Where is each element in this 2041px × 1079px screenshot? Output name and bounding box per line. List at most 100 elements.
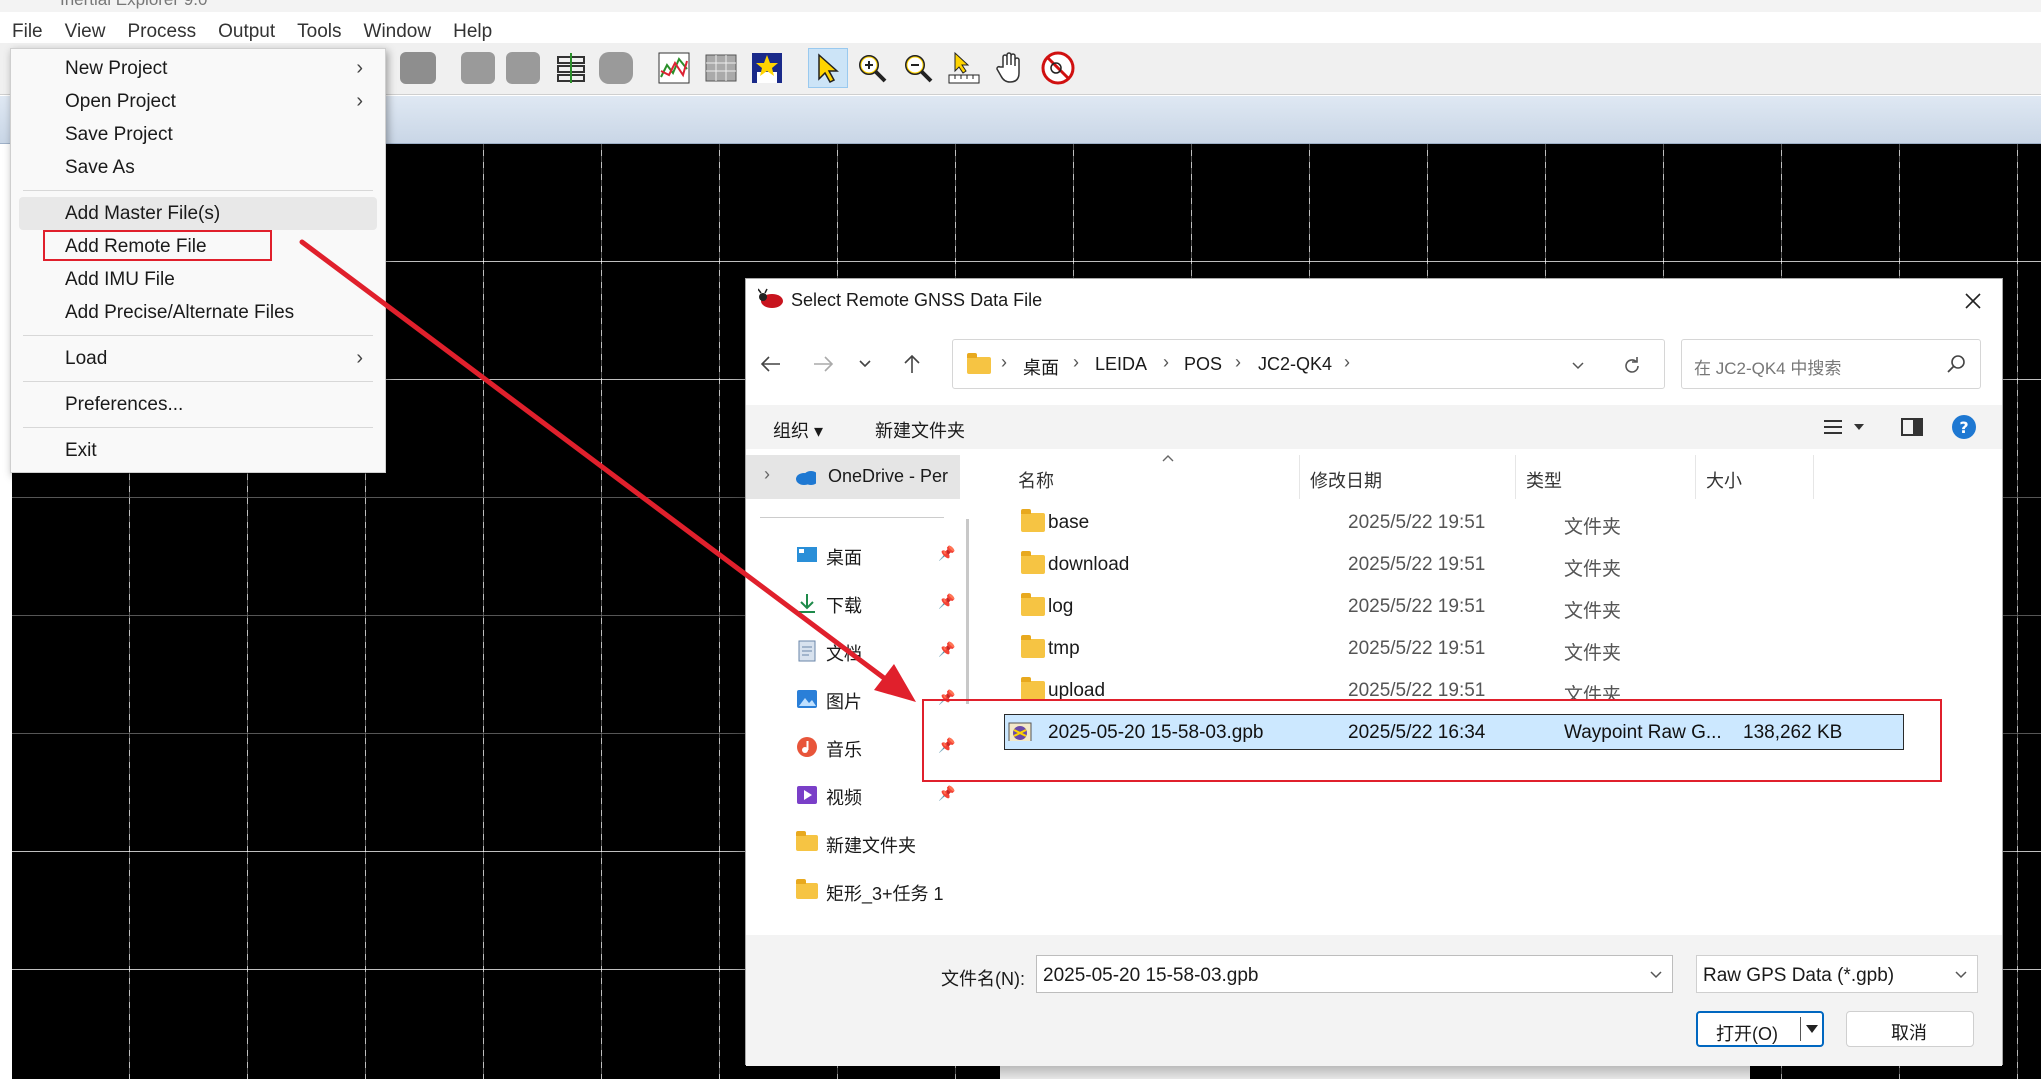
file-row[interactable]: tmp 2025/5/22 19:51 文件夹	[978, 629, 2002, 669]
search-icon	[1947, 355, 1965, 373]
toolbar-measure-button[interactable]	[944, 48, 984, 88]
file-name: upload	[1048, 680, 1106, 699]
toolbar-button-1[interactable]	[398, 48, 438, 88]
chevron-down-icon[interactable]	[1570, 359, 1586, 373]
toolbar-clear-button[interactable]	[1038, 48, 1078, 88]
menu-file[interactable]: File	[12, 21, 43, 43]
recent-locations-button[interactable]	[850, 349, 880, 379]
search-input[interactable]: 在 JC2-QK4 中搜索	[1681, 339, 1981, 389]
view-options-icon[interactable]	[1822, 417, 1868, 437]
pin-icon[interactable]: 📌	[938, 593, 955, 610]
filename-input[interactable]: 2025-05-20 15-58-03.gpb	[1036, 955, 1673, 993]
breadcrumb-separator: ›	[1001, 352, 1007, 372]
file-row[interactable]: log 2025/5/22 19:51 文件夹	[978, 587, 2002, 627]
menu-item-load[interactable]: Load ›	[11, 342, 385, 375]
breadcrumb-item[interactable]: JC2-QK4	[1258, 354, 1332, 375]
hand-pan-icon	[996, 52, 1020, 83]
file-row[interactable]: upload 2025/5/22 19:51 文件夹	[978, 671, 2002, 699]
breadcrumb-item[interactable]: LEIDA	[1095, 354, 1147, 375]
nav-item-videos[interactable]: 视频 📌	[746, 777, 960, 813]
organize-button[interactable]: 组织 ▾	[773, 417, 823, 443]
nav-item-task-folder[interactable]: 矩形_3+任务 1	[746, 873, 960, 909]
pin-icon[interactable]: 📌	[938, 641, 955, 658]
column-header-date[interactable]: 修改日期	[1300, 455, 1516, 499]
pin-icon[interactable]: 📌	[938, 545, 955, 562]
file-type: 文件夹	[1564, 601, 1622, 622]
open-button[interactable]: 打开(O)	[1696, 1011, 1824, 1047]
generic-tool-icon	[506, 52, 540, 84]
file-name: tmp	[1048, 638, 1080, 659]
menu-item-add-precise-files[interactable]: Add Precise/Alternate Files	[11, 296, 385, 329]
nav-item-new-folder[interactable]: 新建文件夹	[746, 825, 960, 861]
column-header-name[interactable]: 名称	[978, 455, 1300, 499]
menu-item-label: Save As	[65, 157, 135, 178]
file-type-select[interactable]: Raw GPS Data (*.gpb)	[1696, 955, 1978, 993]
refresh-icon[interactable]	[1621, 355, 1643, 377]
nav-item-label: 下载	[826, 596, 862, 616]
document-icon	[798, 640, 816, 662]
nav-item-onedrive[interactable]: › OneDrive - Per	[746, 455, 960, 499]
column-header-size[interactable]: 大小	[1696, 455, 1814, 499]
address-bar[interactable]: › 桌面 › LEIDA › POS › JC2-QK4 ›	[952, 339, 1665, 389]
toolbar-button-3[interactable]	[503, 48, 543, 88]
nav-item-desktop[interactable]: 桌面 📌	[746, 537, 960, 573]
toolbar-button-8[interactable]	[747, 48, 787, 88]
menu-output[interactable]: Output	[218, 21, 275, 43]
menu-item-open-project[interactable]: Open Project ›	[11, 85, 385, 118]
toolbar-button-4[interactable]	[551, 48, 591, 88]
dialog-footer: 文件名(N): 2025-05-20 15-58-03.gpb Raw GPS …	[746, 935, 2002, 1066]
toolbar-button-2[interactable]	[458, 48, 498, 88]
nav-item-documents[interactable]: 文档 📌	[746, 633, 960, 669]
breadcrumb-item[interactable]: POS	[1184, 354, 1222, 375]
dialog-close-button[interactable]	[1956, 285, 1990, 317]
column-header-type[interactable]: 类型	[1516, 455, 1696, 499]
toolbar-zoom-in-button[interactable]	[852, 48, 892, 88]
up-button[interactable]	[897, 349, 927, 379]
menu-item-add-master-files[interactable]: Add Master File(s)	[19, 197, 377, 230]
music-icon	[797, 737, 817, 757]
split-divider	[1800, 1017, 1801, 1041]
menu-item-label: Add Master File(s)	[65, 203, 221, 224]
menu-view[interactable]: View	[65, 21, 106, 43]
arrow-left-icon	[760, 356, 780, 372]
nav-item-downloads[interactable]: 下载 📌	[746, 585, 960, 621]
cancel-button[interactable]: 取消	[1846, 1011, 1974, 1047]
back-button[interactable]	[756, 349, 786, 379]
toolbar-button-6[interactable]	[654, 48, 694, 88]
chevron-down-icon[interactable]	[1648, 968, 1664, 982]
menu-item-save-project[interactable]: Save Project	[11, 118, 385, 151]
toolbar-button-5[interactable]	[596, 48, 636, 88]
preview-pane-icon[interactable]	[1900, 417, 1924, 437]
menu-window[interactable]: Window	[364, 21, 432, 43]
breadcrumb-item[interactable]: 桌面	[1023, 354, 1059, 380]
nav-divider	[760, 517, 944, 518]
nav-scrollbar[interactable]	[966, 519, 969, 704]
annotation-highlight-file	[922, 699, 1942, 782]
close-icon	[1965, 293, 1981, 309]
toolbar-zoom-out-button[interactable]	[898, 48, 938, 88]
open-button-label: 打开(O)	[1716, 1024, 1778, 1044]
toolbar-pan-button[interactable]	[991, 48, 1031, 88]
menu-process[interactable]: Process	[127, 21, 196, 43]
caret-down-icon[interactable]	[1805, 1022, 1819, 1036]
new-folder-button[interactable]: 新建文件夹	[875, 417, 965, 443]
help-icon[interactable]: ?	[1951, 414, 1977, 440]
folder-icon	[796, 879, 818, 899]
nav-item-label: 新建文件夹	[826, 836, 916, 856]
menu-item-exit[interactable]: Exit	[11, 434, 385, 467]
toolbar-button-7[interactable]	[701, 48, 741, 88]
file-row[interactable]: base 2025/5/22 19:51 文件夹	[978, 503, 2002, 543]
menu-item-add-imu-file[interactable]: Add IMU File	[11, 263, 385, 296]
file-row[interactable]: download 2025/5/22 19:51 文件夹	[978, 545, 2002, 585]
toolbar-select-button[interactable]	[808, 48, 848, 88]
menu-item-new-project[interactable]: New Project ›	[11, 52, 385, 85]
menu-tools[interactable]: Tools	[297, 21, 341, 43]
chevron-right-icon[interactable]: ›	[764, 464, 770, 485]
menu-separator	[23, 190, 373, 191]
menu-item-save-as[interactable]: Save As	[11, 151, 385, 184]
menu-item-preferences[interactable]: Preferences...	[11, 388, 385, 421]
menu-help[interactable]: Help	[453, 21, 492, 43]
pin-icon[interactable]: 📌	[938, 785, 955, 802]
file-type: 文件夹	[1564, 685, 1622, 699]
forward-button[interactable]	[808, 349, 838, 379]
